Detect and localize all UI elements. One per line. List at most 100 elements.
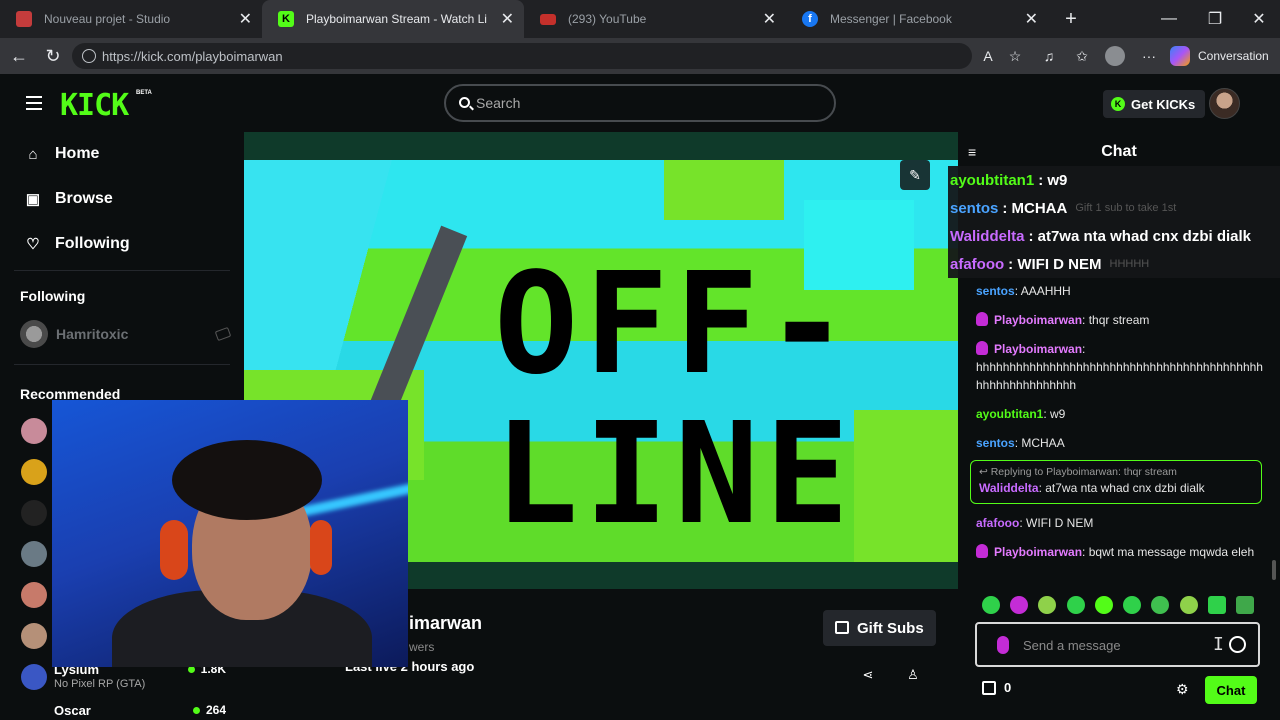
close-icon[interactable]: ✕ bbox=[763, 9, 776, 29]
chat-username[interactable]: Playboimarwan bbox=[994, 342, 1082, 356]
emote-icon[interactable] bbox=[982, 596, 1000, 614]
tab-youtube[interactable]: (293) YouTube ✕ bbox=[524, 0, 786, 38]
chat-message: sentos: AAAHHH bbox=[976, 282, 1266, 300]
search-placeholder: Search bbox=[476, 95, 521, 111]
avatar[interactable] bbox=[21, 418, 47, 444]
extensions-icon[interactable]: ♫ bbox=[1037, 44, 1061, 68]
more-icon[interactable]: ··· bbox=[1137, 44, 1161, 68]
microphone-icon[interactable] bbox=[997, 636, 1009, 654]
tab-title: Nouveau projet - Studio bbox=[44, 12, 171, 26]
channel-points[interactable]: 0 bbox=[982, 680, 1011, 695]
chat-username[interactable]: Waliddelta bbox=[979, 481, 1039, 495]
emote-icon[interactable] bbox=[1151, 596, 1170, 614]
emote-icon[interactable] bbox=[1179, 596, 1198, 614]
favorites-icon[interactable]: ✩ bbox=[1070, 44, 1094, 68]
avatar[interactable] bbox=[21, 500, 47, 526]
webcam-overlay bbox=[52, 400, 408, 667]
sidebar-item-home[interactable]: ⌂ Home bbox=[24, 142, 99, 166]
scrollbar[interactable] bbox=[1272, 560, 1276, 580]
new-tab-button[interactable]: + bbox=[1056, 4, 1086, 34]
chat-message: afafooo : WIFI D NEM HHHHH bbox=[948, 250, 1280, 278]
close-icon[interactable]: ✕ bbox=[1025, 9, 1038, 29]
streamer-name[interactable]: imarwan bbox=[409, 613, 482, 634]
chat-text: : WIFI D NEM bbox=[1008, 255, 1102, 273]
chat-username[interactable]: sentos bbox=[976, 284, 1015, 298]
copilot-button[interactable]: Conversation bbox=[1170, 44, 1269, 68]
chat-username[interactable]: Waliddelta bbox=[950, 228, 1024, 245]
emote-icon[interactable] bbox=[1235, 596, 1254, 614]
sidebar-item-label: Following bbox=[55, 235, 130, 252]
heart-icon: ♡ bbox=[26, 236, 40, 253]
read-aloud-icon[interactable]: A bbox=[976, 44, 1000, 68]
search-icon bbox=[459, 97, 470, 108]
tab-studio[interactable]: Nouveau projet - Studio ✕ bbox=[0, 0, 262, 38]
vip-badge-icon bbox=[976, 544, 988, 558]
send-chat-button[interactable]: Chat bbox=[1205, 676, 1257, 704]
back-button[interactable]: ← bbox=[2, 39, 36, 73]
avatar[interactable] bbox=[21, 623, 47, 649]
chat-input[interactable] bbox=[1023, 636, 1203, 654]
reply-message: ↩ Replying to Playboimarwan: thqr stream… bbox=[970, 460, 1262, 504]
search-input[interactable]: Search bbox=[444, 84, 836, 122]
kick-logo[interactable]: KICK bbox=[60, 88, 129, 123]
avatar[interactable] bbox=[21, 541, 47, 567]
site-info-icon[interactable] bbox=[82, 49, 96, 63]
chat-username[interactable]: Playboimarwan bbox=[994, 313, 1082, 327]
minimize-button[interactable]: — bbox=[1146, 0, 1192, 38]
url-field[interactable]: https://kick.com/playboimarwan bbox=[72, 43, 972, 69]
chat-username[interactable]: ayoubtitan1 bbox=[976, 407, 1043, 421]
emote-icon[interactable] bbox=[1010, 596, 1029, 614]
vip-badge-icon bbox=[976, 341, 988, 355]
profile-icon[interactable] bbox=[1103, 44, 1127, 68]
chat-username[interactable]: afafooo bbox=[976, 516, 1019, 530]
avatar bbox=[20, 320, 48, 348]
emote-icon[interactable] bbox=[1066, 596, 1085, 614]
window-close-button[interactable]: ✕ bbox=[1236, 0, 1280, 38]
followed-channel[interactable]: Hamritoxic bbox=[20, 320, 232, 348]
points-icon bbox=[982, 680, 996, 695]
user-avatar[interactable] bbox=[1209, 88, 1240, 119]
chat-username[interactable]: ayoubtitan1 bbox=[950, 172, 1034, 189]
emote-bar bbox=[982, 596, 1254, 616]
close-icon[interactable]: ✕ bbox=[501, 9, 514, 29]
site-header: KICK BETA Search K Get KICKs bbox=[0, 74, 1280, 132]
chat-username[interactable]: sentos bbox=[950, 200, 998, 217]
ghost-text: HHHHH bbox=[1109, 258, 1150, 270]
avatar[interactable] bbox=[21, 582, 47, 608]
get-kicks-label: Get KICKs bbox=[1131, 96, 1196, 112]
emote-icon[interactable] bbox=[1207, 596, 1226, 614]
maximize-button[interactable]: ❐ bbox=[1192, 0, 1238, 38]
menu-icon[interactable] bbox=[26, 96, 42, 110]
emote-icon[interactable] bbox=[1123, 596, 1142, 614]
conversation-label: Conversation bbox=[1198, 49, 1269, 63]
close-icon[interactable]: ✕ bbox=[239, 9, 252, 29]
sidebar-item-following[interactable]: ♡ Following bbox=[24, 232, 130, 256]
gift-subs-button[interactable]: Gift Subs bbox=[823, 610, 936, 646]
address-bar: ← ↻ https://kick.com/playboimarwan A ☆ ♫… bbox=[0, 38, 1280, 74]
edit-pencil-icon[interactable]: ✎ bbox=[900, 160, 930, 190]
points-value: 0 bbox=[1004, 680, 1012, 695]
vip-badge-icon bbox=[976, 312, 988, 326]
favorite-star-icon[interactable]: ☆ bbox=[1003, 44, 1027, 68]
chat-message: ayoubtitan1: w9 bbox=[976, 405, 1266, 423]
get-kicks-button[interactable]: K Get KICKs bbox=[1103, 90, 1206, 118]
emote-icon[interactable] bbox=[1094, 596, 1113, 614]
tab-messenger[interactable]: f Messenger | Facebook ✕ bbox=[786, 0, 1048, 38]
tab-kick[interactable]: K Playboimarwan Stream - Watch Li ✕ bbox=[262, 0, 524, 38]
reload-button[interactable]: ↻ bbox=[36, 39, 70, 73]
share-icon[interactable]: ⋖ bbox=[858, 665, 878, 685]
gear-icon[interactable]: ⚙ bbox=[1176, 682, 1190, 696]
emote-icon[interactable] bbox=[1038, 596, 1057, 614]
chat-footer: 0 ⚙ Chat bbox=[982, 676, 1258, 704]
tab-title: Messenger | Facebook bbox=[830, 12, 952, 26]
chat-username[interactable]: sentos bbox=[976, 436, 1015, 450]
add-friend-icon[interactable]: ♙ bbox=[903, 665, 923, 685]
emoji-icon[interactable] bbox=[1229, 636, 1246, 653]
sidebar-item-browse[interactable]: ▣ Browse bbox=[24, 187, 113, 211]
chat-username[interactable]: afafooo bbox=[950, 256, 1004, 273]
chat-message: sentos : MCHAA Gift 1 sub to take 1st bbox=[948, 194, 1280, 222]
offline-camera-icon bbox=[214, 326, 232, 342]
chat-username[interactable]: Playboimarwan bbox=[994, 545, 1082, 559]
studio-icon bbox=[16, 11, 32, 27]
avatar[interactable] bbox=[21, 459, 47, 485]
